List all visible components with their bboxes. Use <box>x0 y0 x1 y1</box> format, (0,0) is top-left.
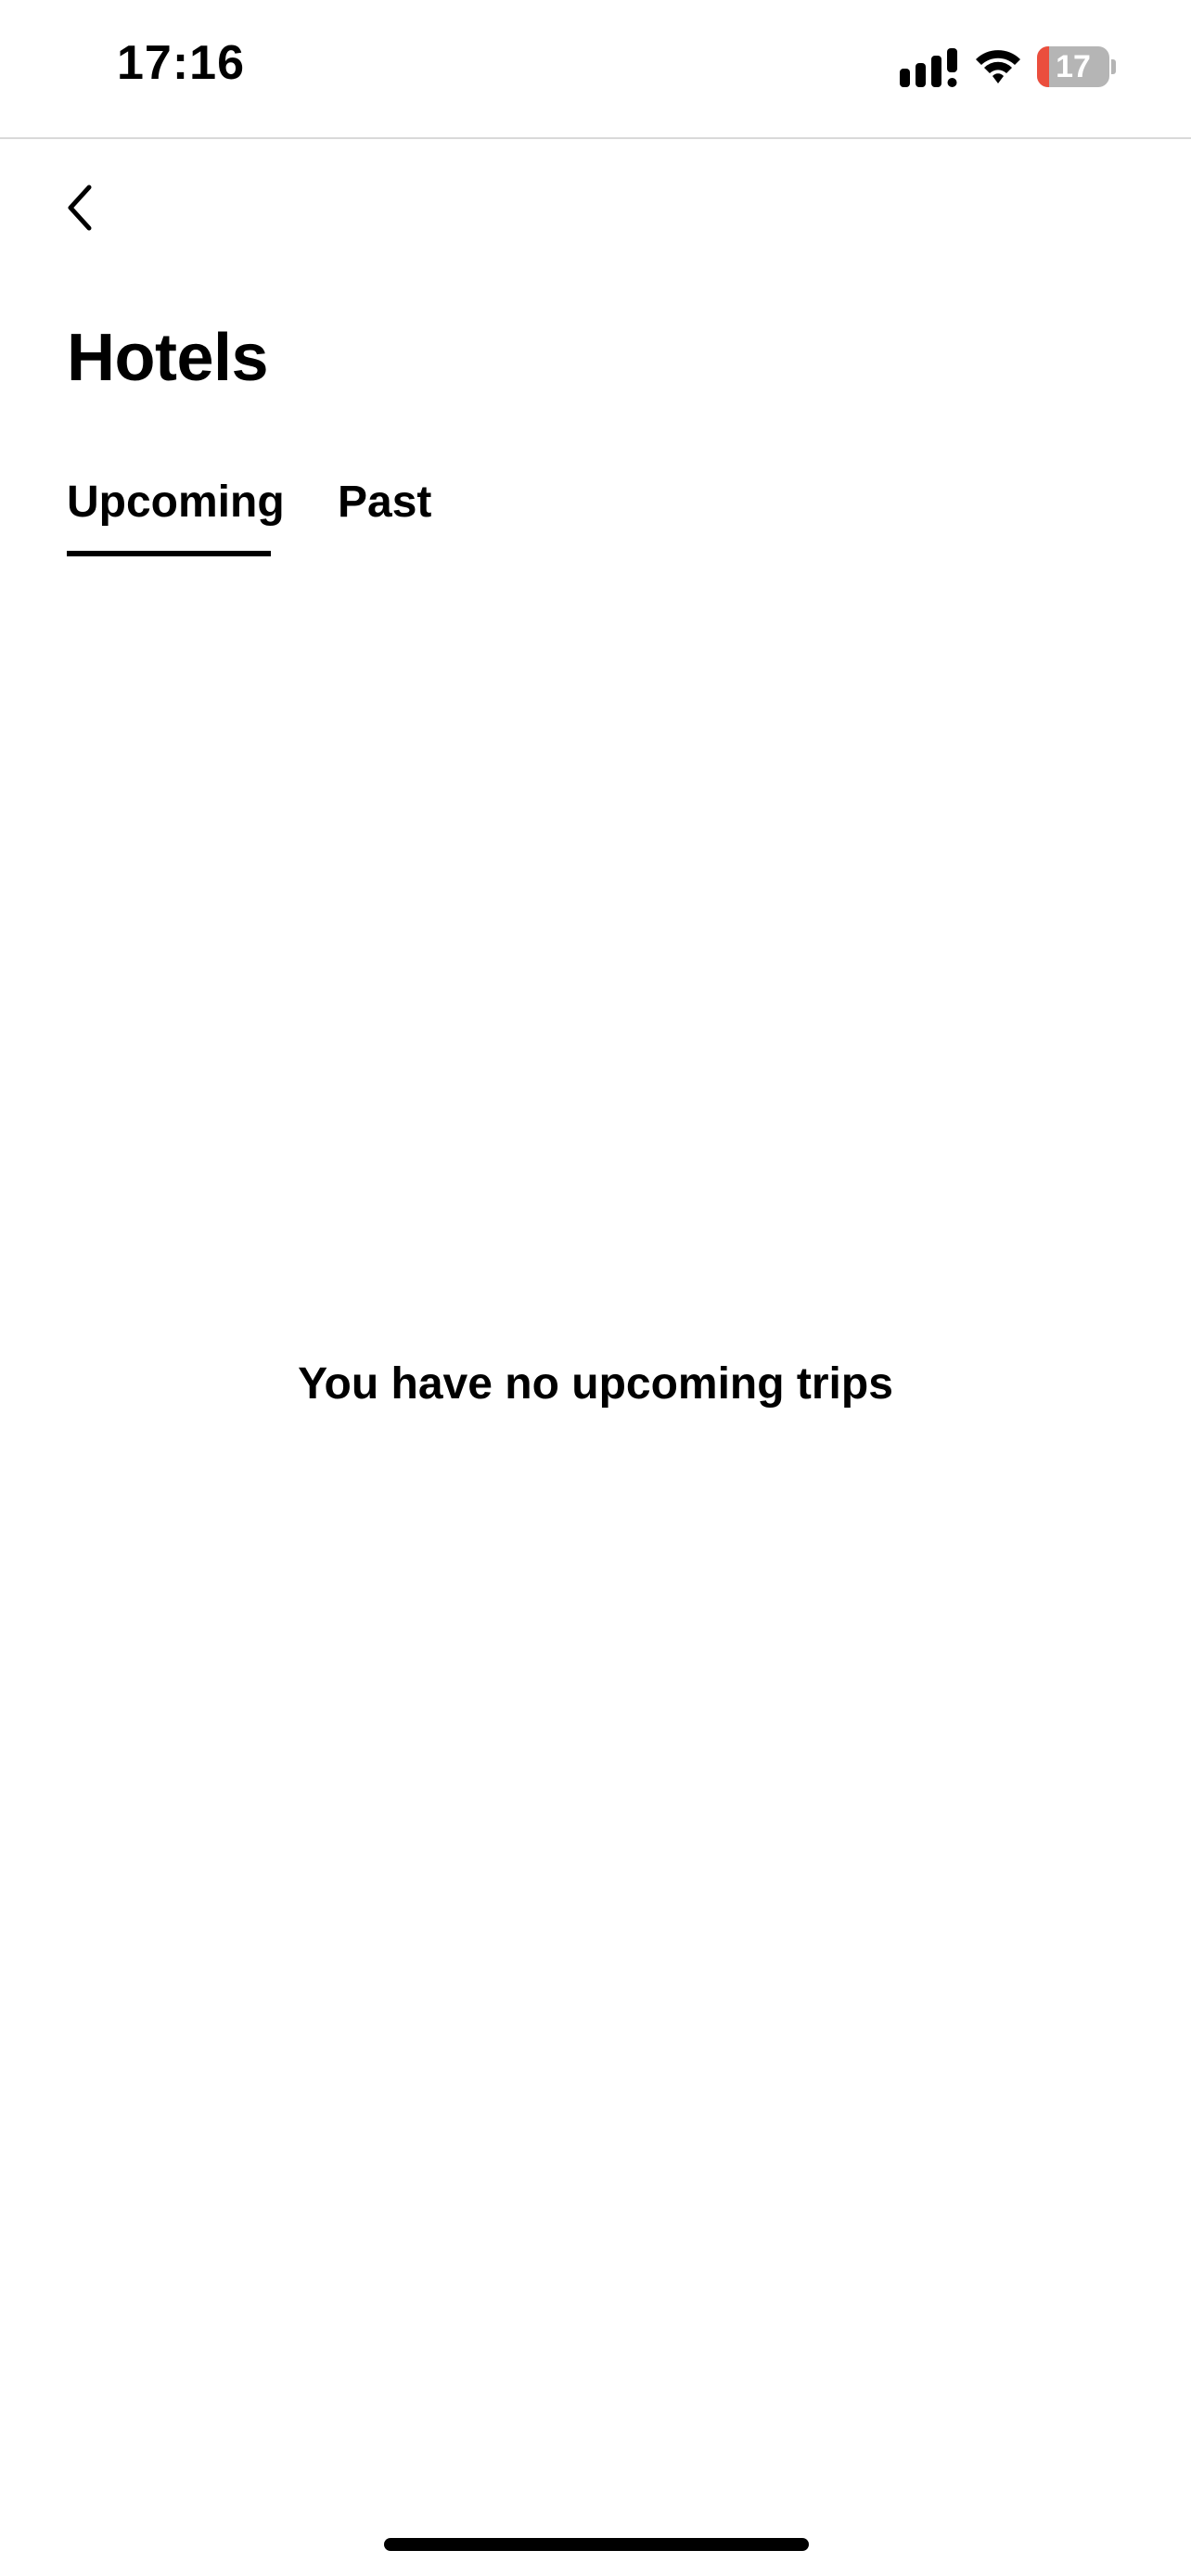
empty-state-message: You have no upcoming trips <box>298 1359 893 1409</box>
status-time: 17:16 <box>117 36 245 90</box>
chevron-left-icon <box>68 185 92 231</box>
status-bar: 17:16 17 <box>0 0 1191 139</box>
battery-cap <box>1111 59 1116 74</box>
wifi-icon <box>976 50 1020 83</box>
page-title: Hotels <box>67 321 269 395</box>
tab-bar: Upcoming Past <box>67 464 431 556</box>
back-button[interactable] <box>52 171 108 245</box>
battery-icon: 17 <box>1037 46 1117 87</box>
signal-icon <box>900 48 957 87</box>
tab-upcoming[interactable]: Upcoming <box>67 464 285 556</box>
battery-level: 17 <box>1056 49 1091 84</box>
battery-body: 17 <box>1037 46 1109 87</box>
home-indicator[interactable] <box>384 2538 809 2551</box>
tab-past[interactable]: Past <box>338 464 431 556</box>
